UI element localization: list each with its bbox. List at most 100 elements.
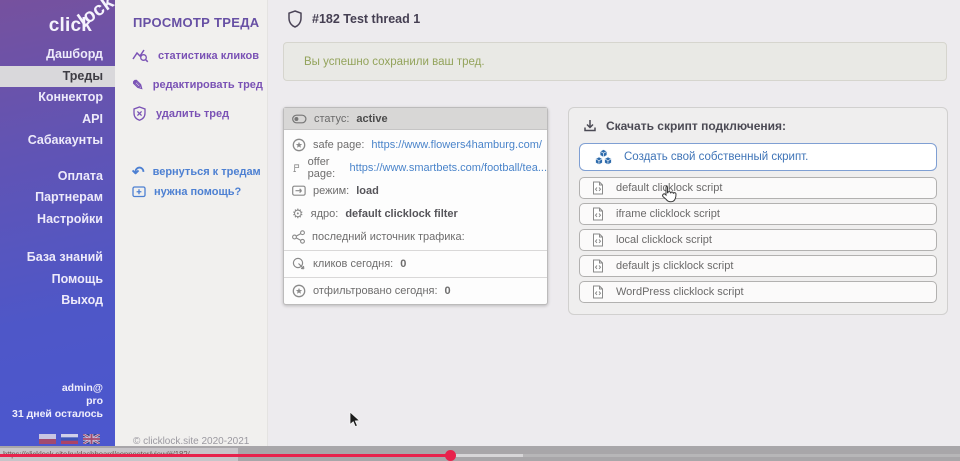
account-days-left: 31 дней осталось xyxy=(12,408,103,421)
success-alert: Вы успешно сохранили ваш тред. xyxy=(283,42,947,81)
gear-icon: ⚙ xyxy=(292,207,304,220)
script-button-wordpress[interactable]: WordPress clicklock script xyxy=(579,281,937,303)
file-code-icon xyxy=(592,207,604,221)
script-button-default-js[interactable]: default js clicklock script xyxy=(579,255,937,277)
safe-page-link[interactable]: https://www.flowers4hamburg.com/ xyxy=(371,139,542,151)
action-label: редактировать тред xyxy=(153,79,263,91)
badge-star-icon xyxy=(292,138,306,152)
sidebar-item-api[interactable]: API xyxy=(0,109,115,131)
sidebar-nav-secondary: Оплата Партнерам Настройки xyxy=(0,166,115,231)
status-label: статус: xyxy=(314,113,349,125)
shield-x-icon xyxy=(132,106,147,121)
account-plan: pro xyxy=(12,395,103,408)
sidebar: click lock Дашборд Треды Коннектор API С… xyxy=(0,0,115,461)
link-need-help[interactable]: нужна помощь? xyxy=(115,182,267,202)
counter-value: 0 xyxy=(445,285,451,297)
help-plus-icon xyxy=(132,186,146,198)
scripts-panel-title: Скачать скрипт подключения: xyxy=(606,119,786,133)
script-button-label: WordPress clicklock script xyxy=(616,286,744,298)
sidebar-item-help[interactable]: Помощь xyxy=(0,269,115,291)
sidebar-nav-primary: Дашборд Треды Коннектор API Сабакаунты xyxy=(0,44,115,152)
filtered-today-row: отфильтровано сегодня: 0 xyxy=(284,277,547,304)
mode-value: load xyxy=(356,185,379,197)
offer-page-link[interactable]: https://www.smartbets.com/football/tea..… xyxy=(350,162,547,174)
link-back-to-threads[interactable]: ↶ вернуться к тредам xyxy=(115,162,267,182)
click-cursor-icon xyxy=(292,257,306,271)
counter-label: кликов сегодня: xyxy=(313,258,393,270)
offer-page-row: offer page: https://www.smartbets.com/fo… xyxy=(284,156,547,179)
link-label: вернуться к тредам xyxy=(153,166,261,178)
action-delete-thread[interactable]: удалить тред xyxy=(115,99,267,128)
sidebar-item-dashboard[interactable]: Дашборд xyxy=(0,44,115,66)
mode-row: режим: load xyxy=(284,179,547,202)
sidebar-item-knowledge-base[interactable]: База знаний xyxy=(0,247,115,269)
sidebar-item-connector[interactable]: Коннектор xyxy=(0,87,115,109)
toggle-icon xyxy=(292,112,307,126)
badge-star-icon xyxy=(292,284,306,298)
row-label: offer page: xyxy=(308,156,343,180)
undo-arrow-icon: ↶ xyxy=(132,166,145,179)
action-label: статистика кликов xyxy=(158,50,259,62)
sidebar-item-subaccounts[interactable]: Сабакаунты xyxy=(0,130,115,152)
action-edit-thread[interactable]: ✎ редактировать тред xyxy=(115,70,267,99)
video-progress-knob[interactable] xyxy=(445,450,456,461)
sidebar-item-logout[interactable]: Выход xyxy=(0,290,115,312)
thread-submenu: ПРОСМОТР ТРЕДА статистика кликов ✎ редак… xyxy=(115,0,268,461)
sidebar-item-payment[interactable]: Оплата xyxy=(0,166,115,188)
pencil-icon: ✎ xyxy=(132,78,144,92)
mouse-arrow-cursor xyxy=(349,411,361,429)
safe-page-row: safe page: https://www.flowers4hamburg.c… xyxy=(284,133,547,156)
poland-flag-icon[interactable] xyxy=(39,434,56,444)
thread-title: #182 Test thread 1 xyxy=(312,12,420,26)
thread-shield-icon xyxy=(287,10,303,28)
sidebar-nav-tertiary: База знаний Помощь Выход xyxy=(0,247,115,312)
sidebar-item-partners[interactable]: Партнерам xyxy=(0,187,115,209)
thread-title-row: #182 Test thread 1 xyxy=(287,10,420,28)
download-icon xyxy=(583,119,597,133)
scripts-panel-header: Скачать скрипт подключения: xyxy=(569,108,947,133)
script-button-label: iframe clicklock script xyxy=(616,208,720,220)
clicks-today-row: кликов сегодня: 0 xyxy=(284,250,547,277)
file-code-icon xyxy=(592,285,604,299)
download-scripts-panel: Скачать скрипт подключения: Создать свой… xyxy=(568,107,948,315)
script-button-iframe[interactable]: iframe clicklock script xyxy=(579,203,937,225)
video-played-bar xyxy=(0,454,450,457)
status-value: active xyxy=(356,113,387,125)
last-traffic-source-row: последний источник трафика: xyxy=(284,225,547,248)
thread-status-card: статус: active safe page: https://www.fl… xyxy=(283,107,548,305)
core-value: default clicklock filter xyxy=(345,208,457,220)
action-click-statistics[interactable]: статистика кликов xyxy=(115,41,267,70)
row-label: режим: xyxy=(313,185,349,197)
create-custom-script-button[interactable]: Создать свой собственный скрипт. xyxy=(579,143,937,171)
sidebar-item-settings[interactable]: Настройки xyxy=(0,209,115,231)
file-code-icon xyxy=(592,233,604,247)
create-custom-script-label: Создать свой собственный скрипт. xyxy=(624,151,808,163)
thread-actions: статистика кликов ✎ редактировать тред у… xyxy=(115,41,267,128)
script-button-local[interactable]: local clicklock script xyxy=(579,229,937,251)
file-code-icon xyxy=(592,181,604,195)
action-label: удалить тред xyxy=(156,108,229,120)
script-button-default[interactable]: default clicklock script xyxy=(579,177,937,199)
flag-icon xyxy=(292,161,301,175)
row-label: последний источник трафика: xyxy=(312,231,465,243)
submenu-links: ↶ вернуться к тредам нужна помощь? xyxy=(115,162,267,202)
stats-magnifier-icon xyxy=(132,48,149,63)
core-row: ⚙ ядро: default clicklock filter xyxy=(284,202,547,225)
file-code-icon xyxy=(592,259,604,273)
counter-value: 0 xyxy=(400,258,406,270)
hand-pointer-cursor xyxy=(660,184,677,204)
video-player-strip: https://clicklock.site/ru/dashboard/conn… xyxy=(0,446,960,461)
account-email: admin@ xyxy=(12,382,103,395)
success-alert-text: Вы успешно сохранили ваш тред. xyxy=(304,56,485,68)
uk-flag-icon[interactable] xyxy=(83,434,100,444)
clicklock-logo[interactable]: click lock xyxy=(0,0,115,44)
share-icon xyxy=(292,230,305,244)
account-info: admin@ pro 31 дней осталось xyxy=(12,382,103,421)
sidebar-item-threads[interactable]: Треды xyxy=(0,66,115,88)
status-header: статус: active xyxy=(284,108,547,130)
link-label: нужна помощь? xyxy=(154,186,241,198)
counter-label: отфильтровано сегодня: xyxy=(313,285,438,297)
language-switcher xyxy=(39,434,100,444)
mode-arrow-icon xyxy=(292,184,306,197)
russia-flag-icon[interactable] xyxy=(61,434,78,444)
